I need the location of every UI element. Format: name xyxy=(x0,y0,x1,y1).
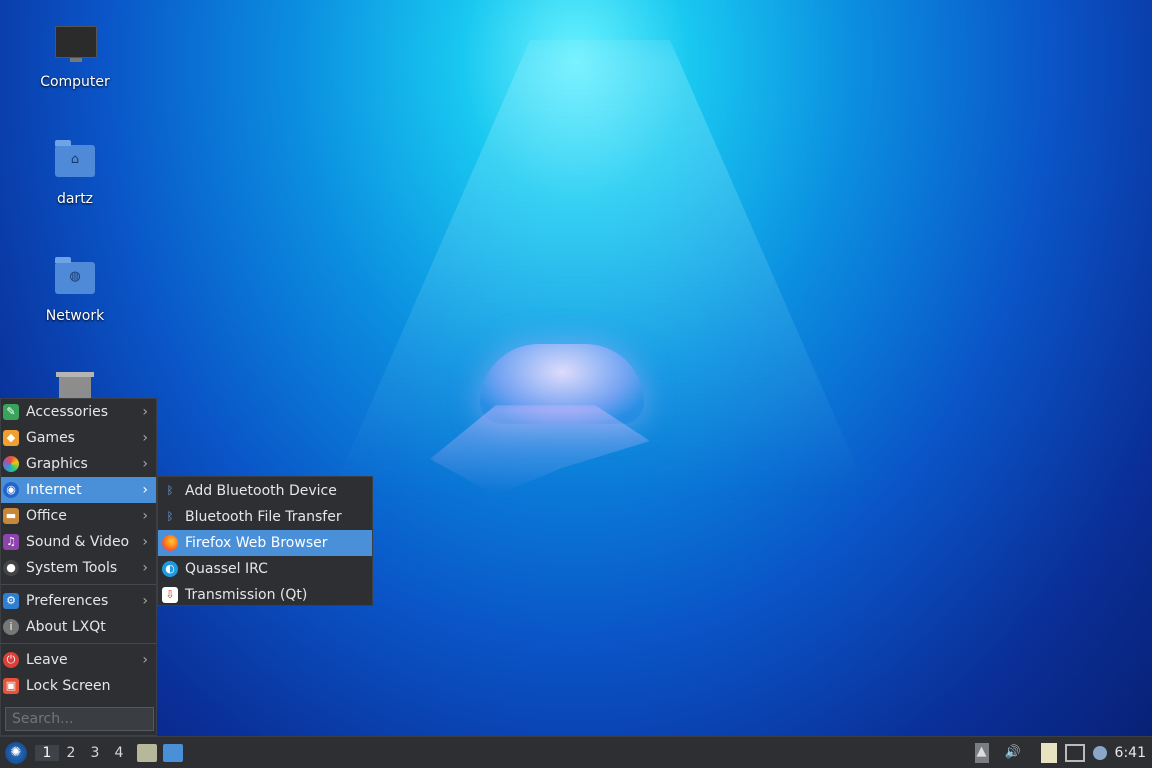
desktop-icon-computer[interactable]: Computer xyxy=(25,22,125,90)
menu-item-about[interactable]: i About LXQt xyxy=(1,614,156,640)
office-icon: ▬ xyxy=(3,508,19,524)
notification-icon[interactable] xyxy=(1092,745,1107,760)
menu-item-leave[interactable]: ⏻ Leave › xyxy=(1,647,156,673)
application-menu: ✎ Accessories › ◆ Games › Graphics › ◉ I… xyxy=(0,398,157,736)
clock[interactable]: 6:41 xyxy=(1115,745,1146,761)
clipboard-icon[interactable] xyxy=(1040,742,1057,763)
menu-item-accessories[interactable]: ✎ Accessories › xyxy=(1,399,156,425)
menu-item-office[interactable]: ▬ Office › xyxy=(1,503,156,529)
accessories-icon: ✎ xyxy=(3,404,19,420)
desktop-icon-home[interactable]: ⌂ dartz xyxy=(25,139,125,207)
network-icon[interactable] xyxy=(1064,743,1085,762)
bluetooth-icon: ᛒ xyxy=(166,484,174,497)
system-tray: ▲ 🔊 6:41 xyxy=(974,737,1152,768)
workspace-4[interactable]: 4 xyxy=(107,745,131,761)
file-manager-icon[interactable] xyxy=(137,743,157,762)
desktop-icon-label: Computer xyxy=(40,74,110,90)
desktop-icon-label: Network xyxy=(45,308,105,324)
lxqt-menu-button[interactable]: ✺ xyxy=(5,741,27,764)
firefox-icon xyxy=(162,535,178,551)
submenu-item-label: Add Bluetooth Device xyxy=(185,483,337,499)
taskbar: ✺ 1 2 3 4 ▲ 🔊 6:41 xyxy=(0,736,1152,768)
desktop-icon-network[interactable]: ◍ Network xyxy=(25,256,125,324)
volume-icon[interactable]: 🔊 xyxy=(1003,744,1023,762)
menu-item-label: Preferences xyxy=(26,593,109,609)
bluetooth-icon: ᛒ xyxy=(166,510,174,523)
menu-item-games[interactable]: ◆ Games › xyxy=(1,425,156,451)
internet-icon: ◉ xyxy=(3,482,19,498)
chevron-right-icon: › xyxy=(142,430,148,446)
internet-submenu: ᛒ Add Bluetooth Device ᛒ Bluetooth File … xyxy=(157,476,373,606)
menu-item-label: Leave xyxy=(26,652,68,668)
chevron-right-icon: › xyxy=(142,404,148,420)
menu-item-label: Internet xyxy=(26,482,82,498)
menu-item-label: Sound & Video xyxy=(26,534,130,550)
chevron-right-icon: › xyxy=(142,534,148,550)
menu-item-preferences[interactable]: ⚙ Preferences › xyxy=(1,588,156,614)
show-desktop-icon[interactable] xyxy=(163,743,183,762)
menu-item-sound-video[interactable]: ♫ Sound & Video › xyxy=(1,529,156,555)
submenu-item-label: Firefox Web Browser xyxy=(185,535,328,551)
computer-icon xyxy=(53,22,97,66)
submenu-item-add-bluetooth-device[interactable]: ᛒ Add Bluetooth Device xyxy=(158,478,372,504)
preferences-icon: ⚙ xyxy=(3,593,19,609)
sound-video-icon: ♫ xyxy=(3,534,19,550)
workspace-2[interactable]: 2 xyxy=(59,745,83,761)
network-folder-icon: ◍ xyxy=(53,256,97,300)
menu-item-label: System Tools xyxy=(26,560,118,576)
menu-item-graphics[interactable]: Graphics › xyxy=(1,451,156,477)
menu-item-label: Office xyxy=(26,508,67,524)
menu-separator xyxy=(1,584,156,585)
info-icon: i xyxy=(3,619,19,635)
submenu-item-label: Quassel IRC xyxy=(185,561,268,577)
power-icon: ⏻ xyxy=(3,652,19,668)
desktop-icon-label: dartz xyxy=(56,191,94,207)
menu-item-system-tools[interactable]: ● System Tools › xyxy=(1,555,156,581)
menu-item-label: Accessories xyxy=(26,404,109,420)
home-folder-icon: ⌂ xyxy=(53,139,97,183)
menu-search-input[interactable] xyxy=(5,707,154,731)
chevron-right-icon: › xyxy=(142,508,148,524)
chevron-right-icon: › xyxy=(142,593,148,609)
submenu-item-label: Transmission (Qt) xyxy=(185,587,308,603)
system-tools-icon: ● xyxy=(3,560,19,576)
workspace-1[interactable]: 1 xyxy=(35,744,59,761)
games-icon: ◆ xyxy=(3,430,19,446)
submenu-item-label: Bluetooth File Transfer xyxy=(185,509,342,525)
quassel-icon: ◐ xyxy=(162,561,178,577)
menu-item-label: Games xyxy=(26,430,75,446)
lock-icon: ▣ xyxy=(3,678,19,694)
workspace-3[interactable]: 3 xyxy=(83,745,107,761)
tray-arrow-icon[interactable]: ▲ xyxy=(974,742,989,763)
menu-item-label: Graphics xyxy=(26,456,88,472)
chevron-right-icon: › xyxy=(142,652,148,668)
menu-separator xyxy=(1,643,156,644)
submenu-item-firefox[interactable]: Firefox Web Browser xyxy=(158,530,372,556)
menu-item-label: About LXQt xyxy=(26,619,106,635)
chevron-right-icon: › xyxy=(142,482,148,498)
menu-item-label: Lock Screen xyxy=(26,678,111,694)
submenu-item-quassel-irc[interactable]: ◐ Quassel IRC xyxy=(158,556,372,582)
lxqt-logo-icon: ✺ xyxy=(10,744,22,760)
chevron-right-icon: › xyxy=(142,456,148,472)
menu-item-lock-screen[interactable]: ▣ Lock Screen xyxy=(1,673,156,699)
transmission-icon: ⇩ xyxy=(162,587,178,603)
submenu-item-bluetooth-file-transfer[interactable]: ᛒ Bluetooth File Transfer xyxy=(158,504,372,530)
submenu-item-transmission[interactable]: ⇩ Transmission (Qt) xyxy=(158,582,372,608)
graphics-icon xyxy=(3,456,19,472)
menu-item-internet[interactable]: ◉ Internet › xyxy=(1,477,156,503)
chevron-right-icon: › xyxy=(142,560,148,576)
